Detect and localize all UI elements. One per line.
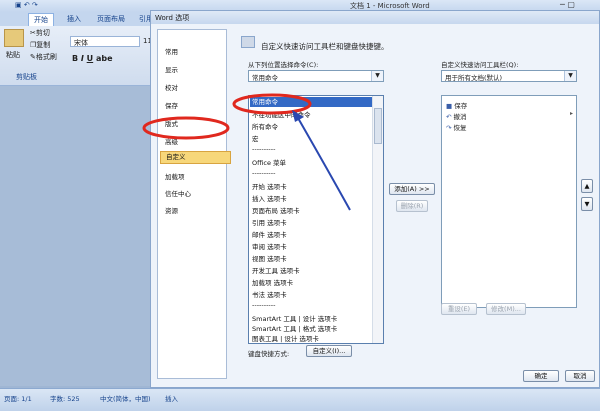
clipboard-group-label: 剪贴板 (16, 73, 37, 81)
paste-label[interactable]: 粘贴 (6, 50, 20, 60)
dropdown-item[interactable]: 常用命令 (250, 97, 372, 107)
dropdown-item: ---------- (252, 145, 276, 153)
toolbar-item-label: 恢复 (453, 124, 467, 132)
dropdown-item[interactable]: 所有命令 (252, 121, 278, 131)
status-language: 中文(简体，中国) (100, 395, 151, 403)
chevron-down-icon[interactable]: ▼ (371, 71, 383, 81)
nav-item-layout[interactable]: 版式 (165, 118, 178, 128)
add-button[interactable]: 添加(A) >> (389, 183, 435, 195)
toolbar-item-label: 撤消 (453, 113, 467, 121)
dropdown-item[interactable]: 开始 选项卡 (252, 181, 287, 191)
customize-toolbar-combo[interactable]: 用于所有文档(默认) ▼ (441, 70, 577, 82)
customize-toolbar-value: 用于所有文档(默认) (445, 74, 503, 82)
status-page: 页面: 1/1 (4, 395, 32, 403)
toolbar-commands-list[interactable]: ■ 保存 ↶ 撤消 ↷ 恢复 ▸ (441, 95, 577, 308)
status-bar: 页面: 1/1 字数: 525 中文(简体，中国) 插入 (0, 388, 600, 411)
window-controls[interactable]: ─ ▢ (560, 0, 575, 9)
customize-header: 自定义快速访问工具栏和键盘快捷键。 (261, 42, 389, 51)
nav-item-addins[interactable]: 加载项 (165, 171, 185, 181)
nav-item-customize[interactable]: 自定义 (160, 151, 231, 164)
dropdown-item[interactable]: Office 菜单 (252, 157, 286, 167)
customize-keyboard-button[interactable]: 自定义(I)... (306, 345, 352, 357)
move-up-button[interactable]: ▲ (581, 179, 593, 193)
nav-item-display[interactable]: 显示 (165, 64, 178, 74)
toolbar-item-save[interactable]: ■ 保存 (446, 100, 467, 110)
dropdown-item[interactable]: 页面布局 选项卡 (252, 205, 300, 215)
dialog-title: Word 选项 (155, 14, 190, 22)
dropdown-item[interactable]: 开发工具 选项卡 (252, 265, 300, 275)
dropdown-item[interactable]: SmartArt 工具 | 格式 选项卡 (252, 323, 337, 333)
choose-commands-value: 常用命令 (252, 74, 278, 82)
nav-item-popular[interactable]: 常用 (165, 46, 178, 56)
nav-item-proofing[interactable]: 校对 (165, 82, 178, 92)
dropdown-item[interactable]: 加载项 选项卡 (252, 277, 293, 287)
cancel-button[interactable]: 取消 (565, 370, 595, 382)
dialog-title-bar: Word 选项 (151, 11, 599, 24)
font-name-box[interactable]: 宋体 (70, 36, 140, 47)
tab-insert[interactable]: 插入 (62, 13, 86, 25)
dropdown-item[interactable]: 书法 选项卡 (252, 289, 287, 299)
scrollbar-thumb[interactable] (374, 108, 382, 144)
options-nav: 常用 显示 校对 保存 版式 高级 自定义 加载项 信任中心 资源 (157, 29, 231, 379)
paste-icon[interactable] (4, 29, 24, 47)
customize-toolbar-label: 自定义快速访问工具栏(Q): (441, 61, 519, 69)
choose-commands-label: 从下列位置选择命令(C): (248, 61, 319, 69)
dropdown-item[interactable]: 邮件 选项卡 (252, 229, 287, 239)
keyboard-shortcuts-label: 键盘快捷方式: (248, 350, 290, 358)
word-options-dialog: Word 选项 常用 显示 校对 保存 版式 高级 自定义 加载项 信任中心 资… (150, 10, 600, 388)
dropdown-item: ---------- (252, 169, 276, 177)
remove-button[interactable]: 删除(R) (396, 200, 428, 212)
toolbar-item-undo[interactable]: ↶ 撤消 (446, 111, 467, 121)
status-mode: 插入 (165, 395, 178, 403)
undo-icon: ↶ (446, 113, 452, 121)
modify-button[interactable]: 修改(M)... (486, 303, 526, 315)
ok-button[interactable]: 确定 (523, 370, 559, 382)
status-words: 字数: 525 (50, 395, 80, 403)
save-icon: ■ (446, 102, 453, 110)
dropdown-item[interactable]: 宏 (252, 133, 259, 143)
cut-label: 剪切 (35, 29, 50, 37)
toolbar-item-label: 保存 (454, 102, 468, 110)
dropdown-item[interactable]: 图表工具 | 设计 选项卡 (252, 333, 319, 343)
redo-icon: ↷ (446, 124, 452, 132)
dropdown-item[interactable]: 不在功能区中的命令 (252, 109, 311, 119)
dropdown-item[interactable]: SmartArt 工具 | 设计 选项卡 (252, 313, 337, 323)
font-format-buttons[interactable]: B I U abe (72, 54, 113, 63)
copy-button[interactable]: ❐复制 (30, 40, 50, 50)
customize-header-icon (241, 36, 255, 48)
commands-dropdown-list[interactable]: 常用命令 不在功能区中的命令 所有命令 宏 ---------- Office … (248, 95, 384, 344)
copy-label: 复制 (36, 41, 51, 49)
nav-item-trust-center[interactable]: 信任中心 (165, 188, 191, 198)
document-area (0, 86, 155, 386)
dropdown-item: ---------- (252, 301, 276, 309)
dropdown-item[interactable]: 视图 选项卡 (252, 253, 287, 263)
chevron-down-icon[interactable]: ▼ (564, 71, 576, 81)
dropdown-item[interactable]: 引用 选项卡 (252, 217, 287, 227)
dropdown-item[interactable]: 插入 选项卡 (252, 193, 287, 203)
quick-access-icons[interactable]: ▣ ↶ ↷ (15, 1, 38, 9)
tab-home[interactable]: 开始 (28, 13, 54, 26)
reset-button[interactable]: 重设(E) (441, 303, 477, 315)
dropdown-scrollbar[interactable] (372, 96, 383, 343)
cut-button[interactable]: ✂剪切 (30, 28, 50, 38)
nav-item-save[interactable]: 保存 (165, 100, 178, 110)
nav-item-resources[interactable]: 资源 (165, 205, 178, 215)
font-name-value: 宋体 (74, 39, 88, 47)
item-arrow-icon: ▸ (569, 110, 573, 117)
tab-page-layout[interactable]: 页面布局 (92, 13, 130, 25)
nav-item-advanced[interactable]: 高级 (165, 136, 178, 146)
toolbar-item-redo[interactable]: ↷ 恢复 (446, 122, 467, 132)
dropdown-item[interactable]: 审阅 选项卡 (252, 241, 287, 251)
ribbon: 粘贴 ✂剪切 ❐复制 ✎格式刷 剪贴板 宋体 11 B I U abe (0, 26, 155, 86)
format-painter-label: 格式刷 (35, 53, 57, 61)
choose-commands-combo[interactable]: 常用命令 ▼ (248, 70, 384, 82)
format-painter-button[interactable]: ✎格式刷 (30, 52, 57, 62)
move-down-button[interactable]: ▼ (581, 197, 593, 211)
